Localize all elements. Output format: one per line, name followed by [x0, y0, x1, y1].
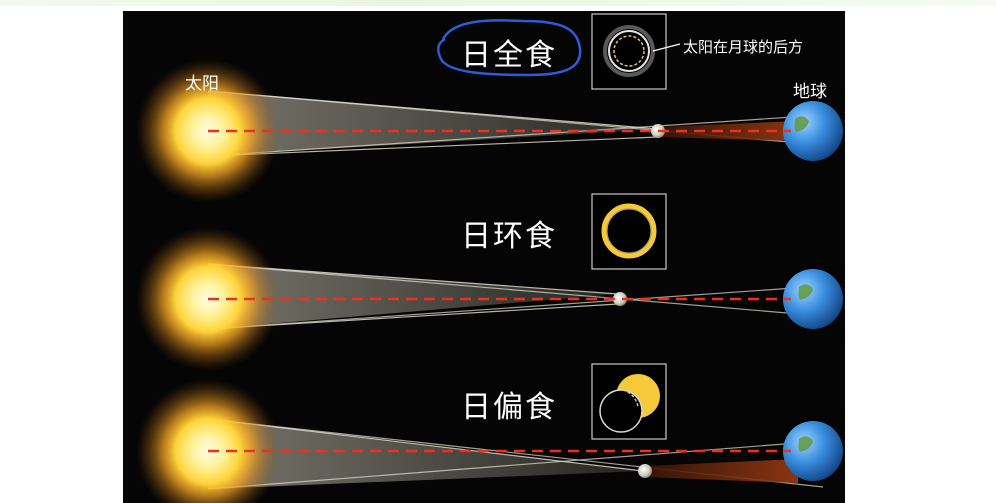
- eclipse-symbol-icon: [608, 30, 650, 72]
- partial-eclipse-title: 日偏食: [461, 390, 557, 425]
- behind-note: 太阳在月球的后方: [683, 38, 804, 56]
- sun-label: 太阳: [185, 74, 219, 94]
- earth-icon: [783, 269, 843, 329]
- annular-eclipse-title: 日环食: [461, 219, 557, 254]
- umbra: [645, 459, 798, 483]
- earth-icon: [783, 101, 843, 161]
- total-eclipse-title: 日全食: [461, 38, 557, 73]
- top-bar: [0, 0, 996, 6]
- earth-label: 地球: [793, 82, 827, 102]
- sun-icon: [136, 379, 280, 503]
- earth-icon: [783, 421, 843, 481]
- moon-icon: [638, 464, 652, 478]
- diagram-canvas: [136, 13, 843, 503]
- eclipse-diagram: 太阳 地球 太阳在月球的后方 日全食 日环食 日偏食: [123, 11, 845, 503]
